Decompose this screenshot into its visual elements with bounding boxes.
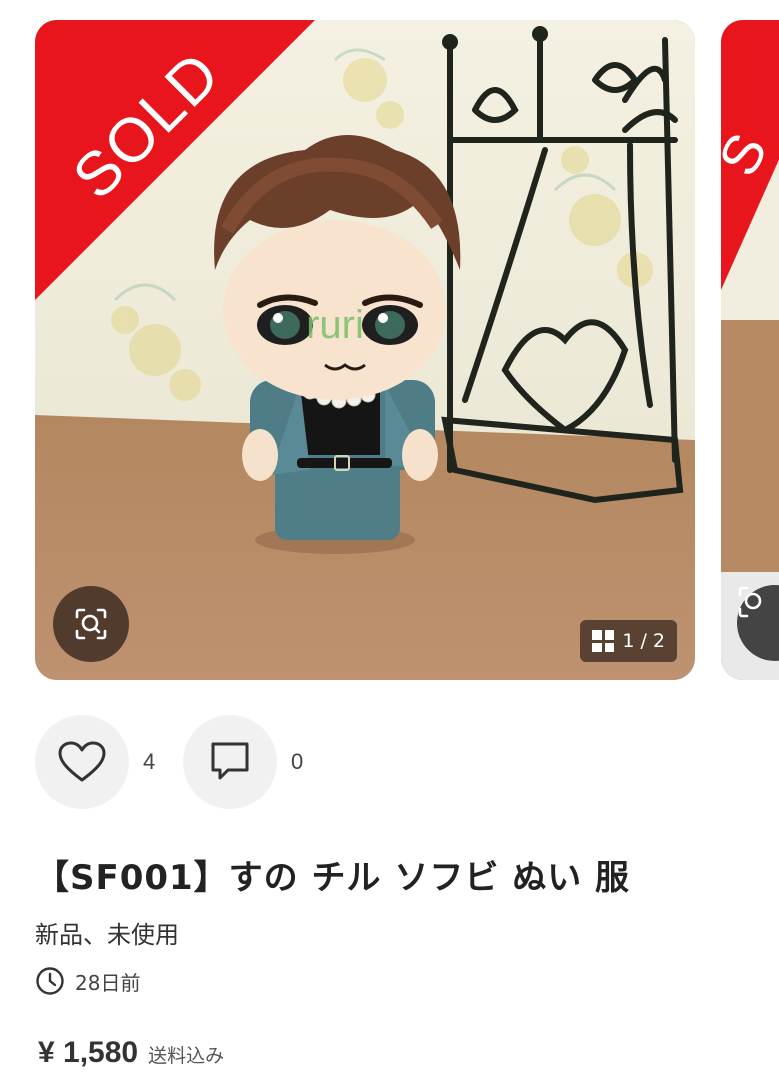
- image-carousel[interactable]: ruri SOLD 1 / 2 S: [0, 0, 779, 700]
- next-product-image: S: [721, 20, 779, 680]
- image-counter[interactable]: 1 / 2: [580, 620, 677, 662]
- like-button[interactable]: [35, 715, 129, 809]
- price: ¥ 1,580: [38, 1036, 139, 1069]
- grid-icon: [592, 630, 615, 652]
- product-condition: 新品、未使用: [35, 921, 179, 949]
- next-product-photo[interactable]: S: [721, 20, 779, 680]
- price-row: ¥ 1,580 送料込み: [38, 1036, 224, 1070]
- comments-count: 0: [291, 749, 304, 774]
- posted-time: 28日前: [35, 966, 140, 996]
- posted-time-text: 28日前: [75, 970, 141, 995]
- heart-icon: [58, 741, 106, 782]
- watermark: ruri: [306, 303, 364, 347]
- sold-ribbon: SOLD: [35, 20, 315, 300]
- clock-icon: [36, 967, 64, 995]
- product-title: 【SF001】すの チル ソフビ ぬい 服: [35, 858, 631, 898]
- image-search-icon: [738, 586, 762, 618]
- likes-count: 4: [143, 749, 156, 774]
- image-search-button[interactable]: [53, 586, 129, 662]
- image-counter-text: 1 / 2: [622, 630, 665, 652]
- shipping-label: 送料込み: [148, 1045, 225, 1067]
- comment-button[interactable]: [183, 715, 277, 809]
- product-photo[interactable]: ruri SOLD 1 / 2: [35, 20, 695, 680]
- image-search-icon: [75, 608, 107, 640]
- action-bar: 4 0: [35, 715, 331, 809]
- comment-icon: [211, 742, 249, 780]
